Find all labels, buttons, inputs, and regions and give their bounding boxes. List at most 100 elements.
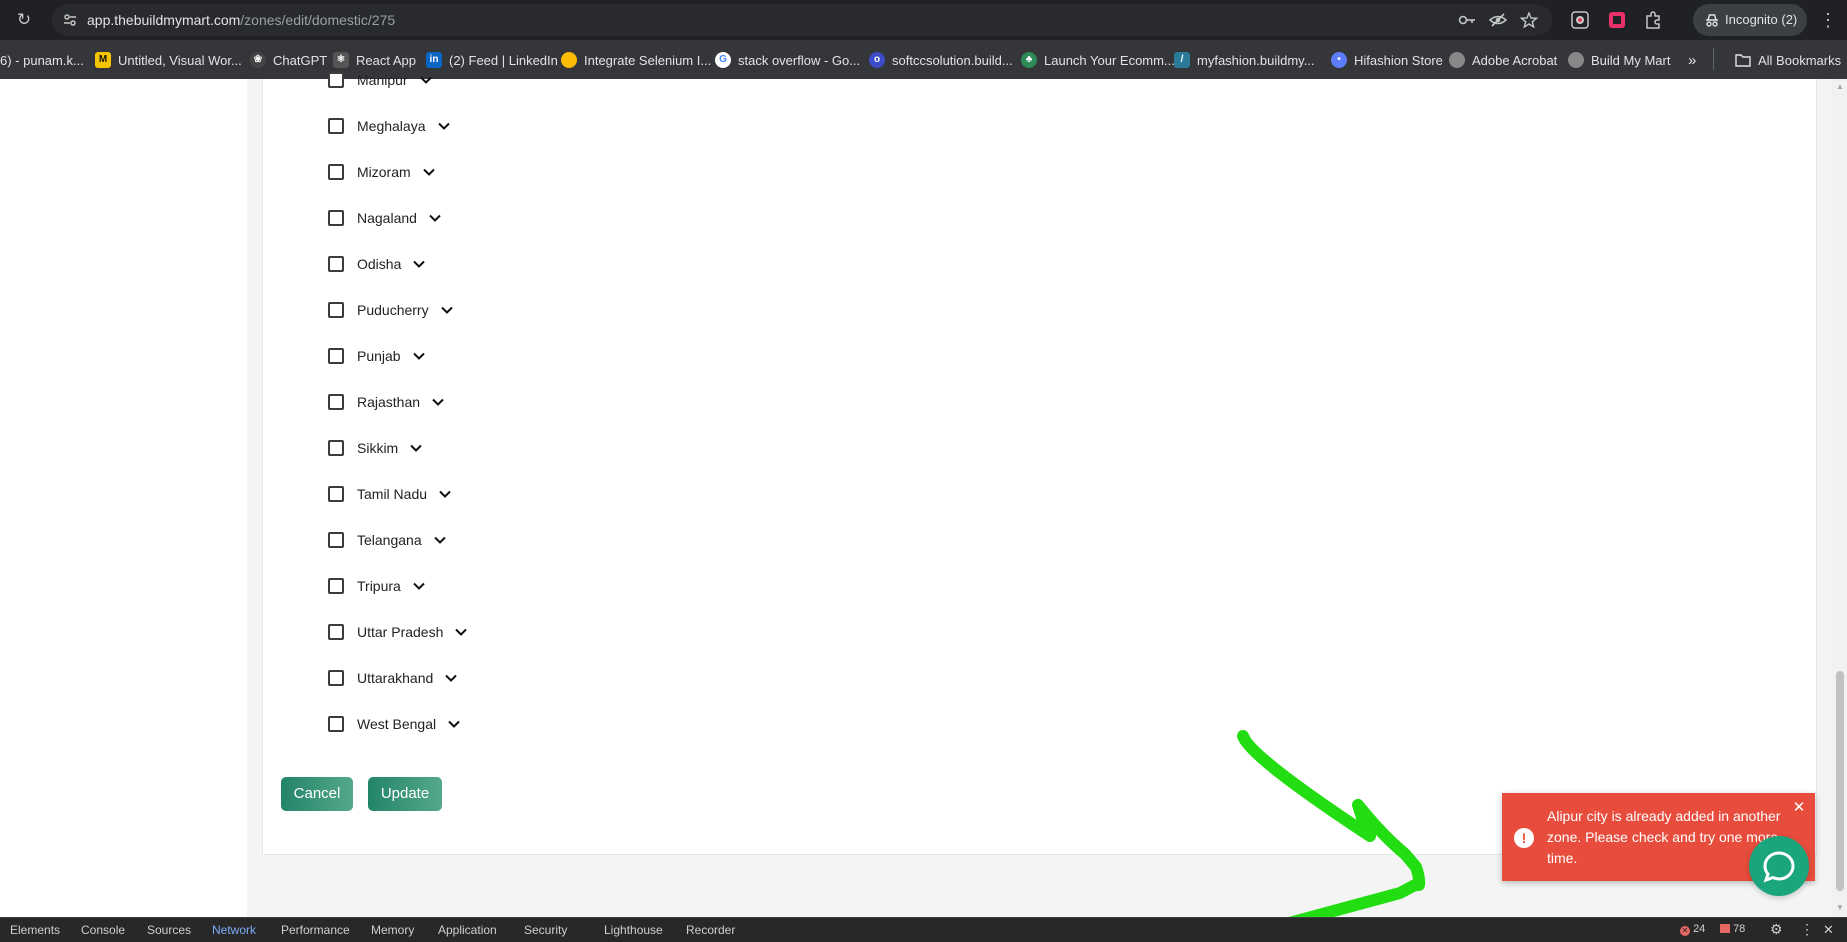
close-icon[interactable]: ✕ [1792,800,1806,815]
chevron-down-icon[interactable] [411,348,427,364]
state-label: Mizoram [357,164,411,180]
bookmark-item[interactable]: o softccsolution.build... [869,50,1013,70]
devtools-close-icon[interactable]: ✕ [1823,922,1834,938]
incognito-profile-button[interactable]: Incognito (2) [1693,4,1807,36]
chevron-down-icon[interactable] [411,578,427,594]
chevron-down-icon[interactable] [427,210,443,226]
extension-camera-icon[interactable] [1570,10,1590,30]
state-checkbox[interactable] [328,348,344,364]
eye-off-icon[interactable] [1489,12,1507,28]
devtools-tab-sources[interactable]: Sources [147,923,191,937]
extensions-puzzle-icon[interactable] [1643,10,1663,30]
issues-icon [1720,924,1730,933]
bookmark-item[interactable]: Adobe Acrobat [1449,50,1557,70]
state-checkbox[interactable] [328,624,344,640]
state-checkbox[interactable] [328,164,344,180]
chat-widget-button[interactable] [1749,836,1809,896]
bookmark-item[interactable]: Gstack overflow - Go... [715,50,860,70]
chevron-down-icon[interactable] [421,164,437,180]
chevron-down-icon[interactable] [436,118,452,134]
devtools-tab-security[interactable]: Security [524,923,567,937]
state-checkbox[interactable] [328,670,344,686]
chevron-down-icon[interactable] [446,716,462,732]
bookmark-item[interactable]: / myfashion.buildmy... [1174,50,1315,70]
reload-icon[interactable]: ↻ [14,10,34,30]
chevron-down-icon[interactable] [411,256,427,272]
site-settings-icon[interactable] [62,12,78,28]
bookmark-item[interactable]: Build My Mart [1568,50,1670,70]
zone-edit-card [262,79,1817,855]
devtools-more-icon[interactable]: ⋮ [1800,921,1814,938]
chevron-down-icon[interactable] [443,670,459,686]
bookmark-item[interactable]: • Hifashion Store [1331,50,1443,70]
chevron-down-icon[interactable] [430,394,446,410]
state-checkbox[interactable] [328,394,344,410]
state-row: Telangana [328,529,448,551]
chevron-down-icon[interactable] [453,624,469,640]
devtools-tab-console[interactable]: Console [81,923,125,937]
devtools-tab-performance[interactable]: Performance [281,923,350,937]
globe-icon [1568,52,1584,68]
chatgpt-icon: ❀ [250,52,266,68]
chevron-down-icon[interactable] [418,72,434,88]
state-checkbox[interactable] [328,486,344,502]
bookmark-item[interactable]: in (2) Feed | LinkedIn [426,50,558,70]
bookmark-label: Launch Your Ecomm... [1044,52,1175,68]
star-icon[interactable] [1520,12,1538,28]
address-bar[interactable]: app.thebuildmymart.com/zones/edit/domest… [52,4,1552,36]
state-checkbox[interactable] [328,72,344,88]
bookmark-item[interactable]: M Untitled, Visual Wor... [95,50,242,70]
extension-red-icon[interactable] [1607,10,1627,30]
state-row: Punjab [328,345,427,367]
bookmark-item[interactable]: ❀ ChatGPT [250,50,327,70]
chevron-down-icon[interactable] [408,440,424,456]
state-label: West Bengal [357,716,437,732]
state-checkbox[interactable] [328,210,344,226]
bookmark-item[interactable]: ♣ Launch Your Ecomm... [1021,50,1175,70]
devtools-tab-recorder[interactable]: Recorder [686,923,735,937]
bookmark-item[interactable]: Integrate Selenium I... [561,50,711,70]
chevron-down-icon[interactable] [437,486,453,502]
state-checkbox[interactable] [328,578,344,594]
scroll-down-icon[interactable]: ▼ [1835,904,1845,912]
react-icon: ⚛ [333,52,349,68]
devtools-tab-network[interactable]: Network [212,923,256,937]
error-count[interactable]: ✕ 24 [1680,923,1705,936]
url-text[interactable]: app.thebuildmymart.com/zones/edit/domest… [87,12,395,28]
update-button[interactable]: Update [368,777,442,811]
cancel-button[interactable]: Cancel [281,777,353,811]
devtools-tab-application[interactable]: Application [438,923,497,937]
devtools-tab-memory[interactable]: Memory [371,923,414,937]
bookmarks-bar: 6) - punam.k... M Untitled, Visual Wor...… [0,40,1847,79]
bookmark-label: myfashion.buildmy... [1197,52,1315,68]
scrollbar-thumb[interactable] [1836,671,1844,891]
bookmark-label: Build My Mart [1591,52,1671,68]
state-label: Nagaland [357,210,417,226]
state-row: Mizoram [328,161,437,183]
bookmark-item[interactable]: ⚛ React App [333,50,416,70]
state-checkbox[interactable] [328,716,344,732]
state-row: Uttarakhand [328,667,459,689]
state-checkbox[interactable] [328,440,344,456]
google-icon: G [715,52,731,68]
state-checkbox[interactable] [328,256,344,272]
devtools-settings-icon[interactable]: ⚙ [1770,921,1783,938]
state-checkbox[interactable] [328,532,344,548]
devtools-tab-lighthouse[interactable]: Lighthouse [604,923,663,937]
bookmark-item[interactable]: 6) - punam.k... [0,50,84,70]
state-checkbox[interactable] [328,302,344,318]
chevron-down-icon[interactable] [432,532,448,548]
all-bookmarks-button[interactable]: All Bookmarks [1735,50,1841,70]
state-label: Puducherry [357,302,429,318]
chrome-icon [561,52,577,68]
key-icon[interactable] [1458,12,1476,28]
bookmarks-overflow-icon[interactable]: » [1688,50,1696,70]
scroll-up-icon[interactable]: ▲ [1835,83,1845,91]
more-menu-icon[interactable]: ⋮ [1818,8,1838,32]
warning-count[interactable]: 78 [1720,923,1745,935]
state-row: Odisha [328,253,427,275]
chevron-down-icon[interactable] [439,302,455,318]
feather-icon: / [1174,52,1190,68]
state-checkbox[interactable] [328,118,344,134]
devtools-tab-elements[interactable]: Elements [10,923,60,937]
